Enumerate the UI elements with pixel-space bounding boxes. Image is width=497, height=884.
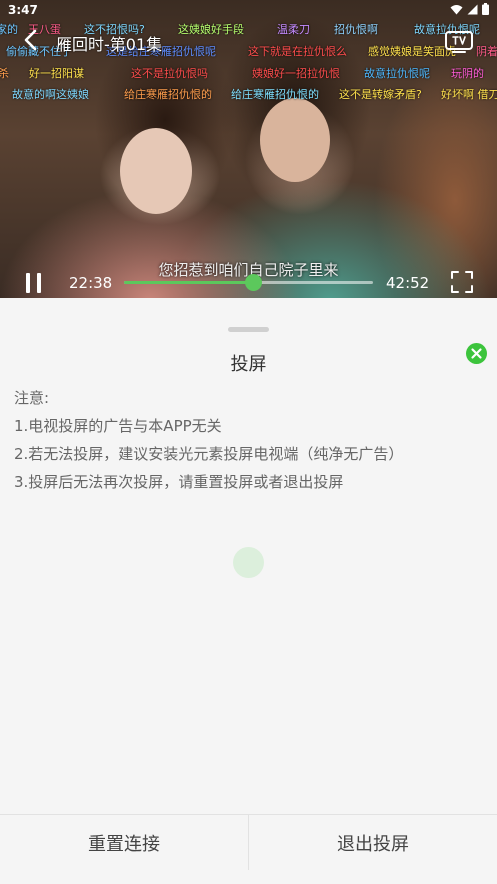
danmaku-item: 故意的啊这姨娘 — [12, 88, 89, 101]
danmaku-item: 这下就是在拉仇恨么 — [248, 45, 347, 58]
exit-cast-button[interactable]: 退出投屏 — [249, 815, 497, 870]
danmaku-item: 杀 — [0, 67, 9, 80]
danmaku-item: 好坏啊 借刀 — [441, 88, 497, 101]
danmaku-item: 给庄寒雁招仇恨的 — [231, 88, 319, 101]
video-player[interactable]: 3:47 家的 王八蛋 这不招恨吗? 这姨娘好手段 温柔刀 招仇恨啊 故意拉仇恨… — [0, 0, 497, 298]
close-icon[interactable] — [466, 343, 487, 364]
danmaku-item: 这姨娘好手段 — [178, 23, 244, 36]
status-icons — [450, 3, 489, 15]
sheet-footer: 重置连接 退出投屏 — [0, 814, 497, 870]
system-nav-strip — [0, 870, 497, 884]
total-time: 42:52 — [386, 274, 430, 292]
loading-indicator — [233, 547, 264, 578]
fullscreen-icon[interactable] — [451, 271, 473, 293]
battery-icon — [482, 3, 489, 15]
danmaku-item: 这不是拉仇恨吗 — [131, 67, 208, 80]
progress-slider[interactable] — [124, 274, 373, 291]
cast-bottom-sheet: 投屏 注意: 1.电视投屏的广告与本APP无关 2.若无法投屏，建议安装光元素投… — [0, 310, 497, 884]
current-time: 22:38 — [69, 274, 113, 292]
video-title: 雁回时-第01集 — [56, 35, 163, 54]
notice-line: 3.投屏后无法再次投屏，请重置投屏或者退出投屏 — [14, 473, 344, 491]
signal-icon — [467, 4, 478, 14]
danmaku-item: 这不是转嫁矛盾? — [339, 88, 422, 101]
back-arrow-icon[interactable] — [20, 28, 44, 52]
sheet-title: 投屏 — [230, 354, 267, 375]
danmaku-item: 家的 — [0, 23, 18, 36]
danmaku-item: 温柔刀 — [277, 23, 310, 36]
reset-connection-button[interactable]: 重置连接 — [0, 815, 248, 870]
drag-handle[interactable] — [228, 327, 269, 332]
danmaku-item: 故意拉仇恨呢 — [364, 67, 430, 80]
danmaku-item: 玩阴的 — [451, 67, 484, 80]
video-frame-figure-right — [260, 98, 330, 182]
tv-icon[interactable] — [444, 28, 474, 54]
notice-heading: 注意: — [14, 389, 50, 407]
status-time: 3:47 — [8, 3, 38, 17]
danmaku-item: 姨娘好一招拉仇恨 — [252, 67, 340, 80]
notice-line: 1.电视投屏的广告与本APP无关 — [14, 417, 222, 435]
status-bar: 3:47 — [0, 0, 497, 22]
danmaku-item: 感觉姨娘是笑面虎 — [368, 45, 456, 58]
wifi-icon — [450, 4, 463, 14]
danmaku-item: 给庄寒雁招仇恨的 — [124, 88, 212, 101]
danmaku-item: 好一招阳谋 — [29, 67, 84, 80]
progress-thumb[interactable] — [245, 274, 263, 291]
video-frame-figure-left — [120, 128, 192, 214]
danmaku-item: 阴着 — [476, 45, 497, 58]
notice-line: 2.若无法投屏，建议安装光元素投屏电视端（纯净无广告） — [14, 445, 404, 463]
progress-fill — [124, 281, 254, 284]
danmaku-item: 招仇恨啊 — [334, 23, 378, 36]
pause-icon[interactable] — [24, 272, 44, 294]
